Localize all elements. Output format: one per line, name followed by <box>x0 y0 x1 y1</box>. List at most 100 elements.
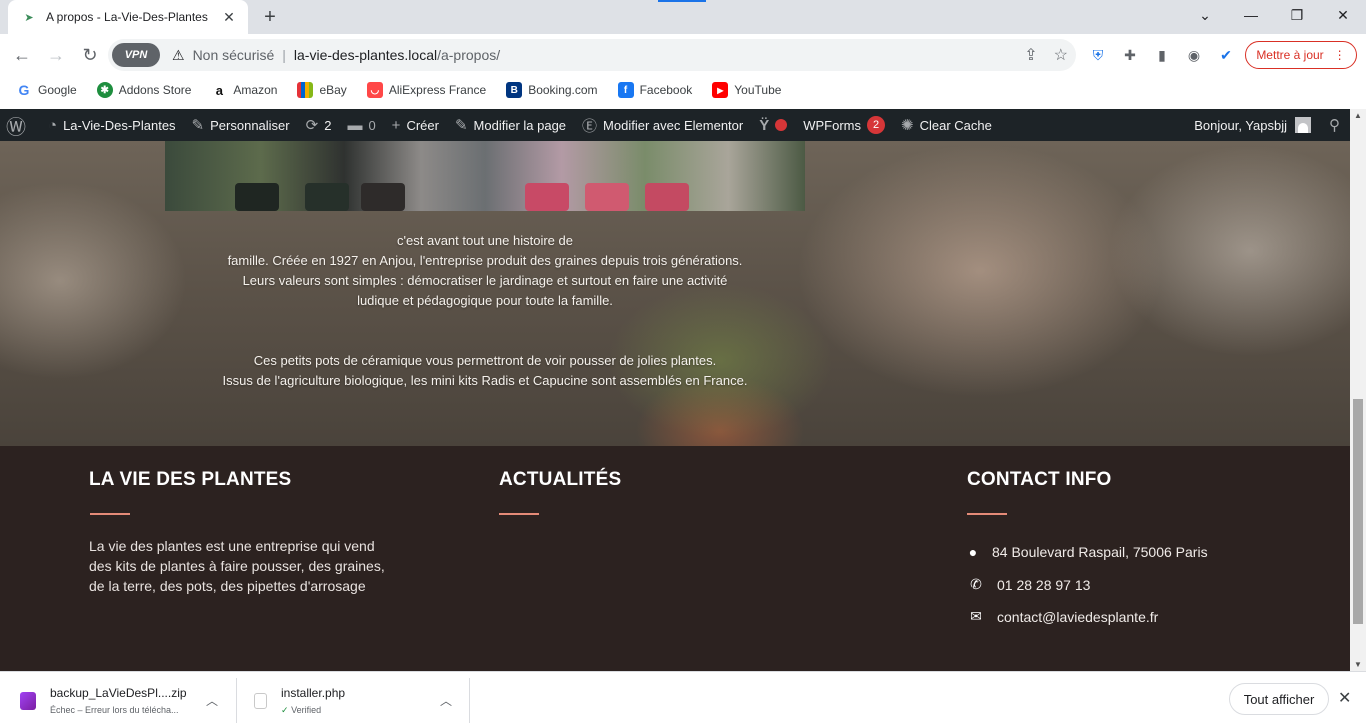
bookmark-label: eBay <box>319 83 347 97</box>
minimize-button[interactable]: — <box>1228 0 1274 30</box>
about-paragraph-2: Ces petits pots de céramique vous permet… <box>0 351 970 391</box>
update-label: Mettre à jour <box>1256 48 1324 62</box>
yoast-icon: Ÿ <box>759 116 770 134</box>
aliexpress-icon: ◡ <box>366 82 383 98</box>
about-line: Ces petits pots de céramique vous permet… <box>253 353 717 368</box>
scrollbar-thumb[interactable] <box>1353 399 1363 624</box>
wp-wpforms[interactable]: WPForms 2 <box>795 109 893 141</box>
side-panel-icon[interactable]: ▮ <box>1152 45 1172 65</box>
close-shelf-icon[interactable]: ✕ <box>1338 688 1351 708</box>
wp-customize[interactable]: ✎ Personnaliser <box>184 109 298 141</box>
bookmark-youtube[interactable]: ▶ YouTube <box>712 82 781 98</box>
download-divider <box>469 678 470 723</box>
map-pin-icon: ● <box>968 544 978 560</box>
security-status[interactable]: Non sécurisé <box>193 47 275 63</box>
profile-icon[interactable]: ◉ <box>1184 45 1204 65</box>
download-item-backup[interactable]: backup_LaVieDesPl....zip Échec – Erreur … <box>0 672 236 728</box>
extensions-puzzle-icon[interactable]: ✚ <box>1120 45 1140 65</box>
shield-extension-icon[interactable]: ⛨ <box>1088 45 1108 65</box>
password-shield-icon[interactable]: ✔ <box>1216 45 1236 65</box>
forward-button[interactable]: → <box>40 39 72 71</box>
email-link[interactable]: contact@laviedesplante.fr <box>997 609 1158 625</box>
url-host[interactable]: la-vie-des-plantes.local <box>294 47 437 63</box>
contact-phone: ✆ 01 28 28 97 13 <box>967 576 1090 593</box>
window-close-button[interactable]: ✕ <box>1320 0 1366 30</box>
cache-cheetah-icon: ✺ <box>901 117 914 134</box>
about-line: Issus de l'agriculture biologique, les m… <box>222 373 748 388</box>
bookmark-amazon[interactable]: a Amazon <box>211 82 277 98</box>
bookmark-facebook[interactable]: f Facebook <box>617 82 693 98</box>
seo-status-dot <box>775 119 788 131</box>
wp-my-account[interactable]: Bonjour, Yapsbjj <box>1186 109 1319 141</box>
tab-strip-accent <box>658 0 706 2</box>
bookmark-label: Google <box>38 83 77 97</box>
bookmark-label: Facebook <box>639 83 693 97</box>
bookmark-star-icon[interactable]: ☆ <box>1054 45 1068 65</box>
customize-label: Personnaliser <box>210 117 290 133</box>
address-bar[interactable]: VPN ⚠ Non sécurisé | la-vie-des-plantes.… <box>108 39 1076 71</box>
tab-search-chevron-icon[interactable]: ⌄ <box>1182 0 1228 30</box>
tab-close-icon[interactable]: ✕ <box>220 8 238 26</box>
wp-updates[interactable]: ⟳ 2 <box>298 109 340 141</box>
vpn-icon[interactable]: VPN <box>112 43 160 67</box>
wp-clear-cache[interactable]: ✺ Clear Cache <box>893 109 1000 141</box>
bookmark-google[interactable]: G Google <box>16 82 77 98</box>
phone-text[interactable]: 01 28 28 97 13 <box>997 577 1090 593</box>
download-status: Échec – Erreur lors du téléchа... <box>50 705 179 715</box>
bookmark-ebay[interactable]: eBay <box>297 82 347 98</box>
wp-edit-page[interactable]: ✎ Modifier la page <box>447 109 574 141</box>
dashboard-icon: ◔ <box>48 116 58 134</box>
check-icon: ✓ <box>281 704 289 715</box>
download-verified: ✓ Verified <box>281 705 345 716</box>
url-separator: | <box>282 47 286 63</box>
page-viewport: Ⓦ ◔ La-Vie-Des-Plantes ✎ Personnaliser ⟳… <box>0 109 1350 671</box>
bookmark-aliexpress[interactable]: ◡ AliExpress France <box>366 82 486 98</box>
wp-logo-menu[interactable]: Ⓦ <box>0 109 40 141</box>
about-section: c'est avant tout une histoire de famille… <box>0 141 1350 446</box>
wp-comments[interactable]: ▬ 0 <box>339 109 383 141</box>
chevron-up-icon[interactable]: ︿ <box>206 692 218 709</box>
search-icon: ⚲ <box>1329 117 1340 134</box>
bookmark-addons-store[interactable]: ✱ Addons Store <box>96 82 192 98</box>
pencil-icon: ✎ <box>454 117 468 134</box>
maximize-button[interactable]: ❐ <box>1274 0 1320 30</box>
scroll-up-arrow-icon[interactable]: ▲ <box>1354 111 1362 120</box>
download-item-installer[interactable]: installer.php ✓ Verified ︿ <box>236 672 469 728</box>
site-favicon-icon: ➤ <box>24 11 34 24</box>
scroll-down-arrow-icon[interactable]: ▼ <box>1354 660 1362 669</box>
wp-edit-elementor[interactable]: Ⓔ Modifier avec Elementor <box>574 109 751 141</box>
wpforms-badge: 2 <box>867 116 886 134</box>
bookmark-label: Addons Store <box>118 83 192 97</box>
about-line: Leurs valeurs sont simples : démocratise… <box>242 273 728 288</box>
update-button[interactable]: Mettre à jour ⋮ <box>1245 41 1357 69</box>
reload-button[interactable]: ↻ <box>74 39 106 71</box>
phone-icon: ✆ <box>970 576 982 592</box>
url-path[interactable]: /a-propos/ <box>437 47 500 63</box>
show-all-downloads-button[interactable]: Tout afficher <box>1229 683 1329 715</box>
pot-shape <box>235 183 279 211</box>
google-icon: G <box>16 82 32 98</box>
bookmark-label: Amazon <box>233 83 278 97</box>
bookmark-booking[interactable]: B Booking.com <box>506 82 598 98</box>
warning-icon[interactable]: ⚠ <box>172 47 185 64</box>
page-scrollbar[interactable]: ▲ ▼ <box>1350 109 1366 671</box>
new-tab-button[interactable]: + <box>258 6 282 28</box>
tab-strip: ➤ A propos - La-Vie-Des-Plantes ✕ + ⌄ — … <box>0 0 1366 34</box>
tab-a-propos[interactable]: ➤ A propos - La-Vie-Des-Plantes ✕ <box>8 0 248 34</box>
contact-email: ✉ contact@laviedesplante.fr <box>967 608 1158 625</box>
clear-cache-label: Clear Cache <box>919 117 992 133</box>
share-icon[interactable]: ⇪ <box>1024 45 1037 65</box>
back-button[interactable]: ← <box>6 39 38 71</box>
chevron-up-icon[interactable]: ︿ <box>440 692 452 709</box>
greeting-label: Bonjour, Yapsbjj <box>1194 117 1287 133</box>
title-underline <box>90 513 130 515</box>
site-footer: LA VIE DES PLANTES La vie des plantes es… <box>0 446 1350 671</box>
wp-new-content[interactable]: + Créer <box>384 109 447 141</box>
wp-yoast[interactable]: Ÿ <box>751 109 795 141</box>
footer-title-news: ACTUALITÉS <box>499 469 622 490</box>
plants-photo <box>165 141 805 211</box>
pot-shape <box>645 183 689 211</box>
archive-file-icon <box>20 691 36 710</box>
wp-search[interactable]: ⚲ <box>1319 109 1350 141</box>
wp-site-name[interactable]: ◔ La-Vie-Des-Plantes <box>40 109 184 141</box>
